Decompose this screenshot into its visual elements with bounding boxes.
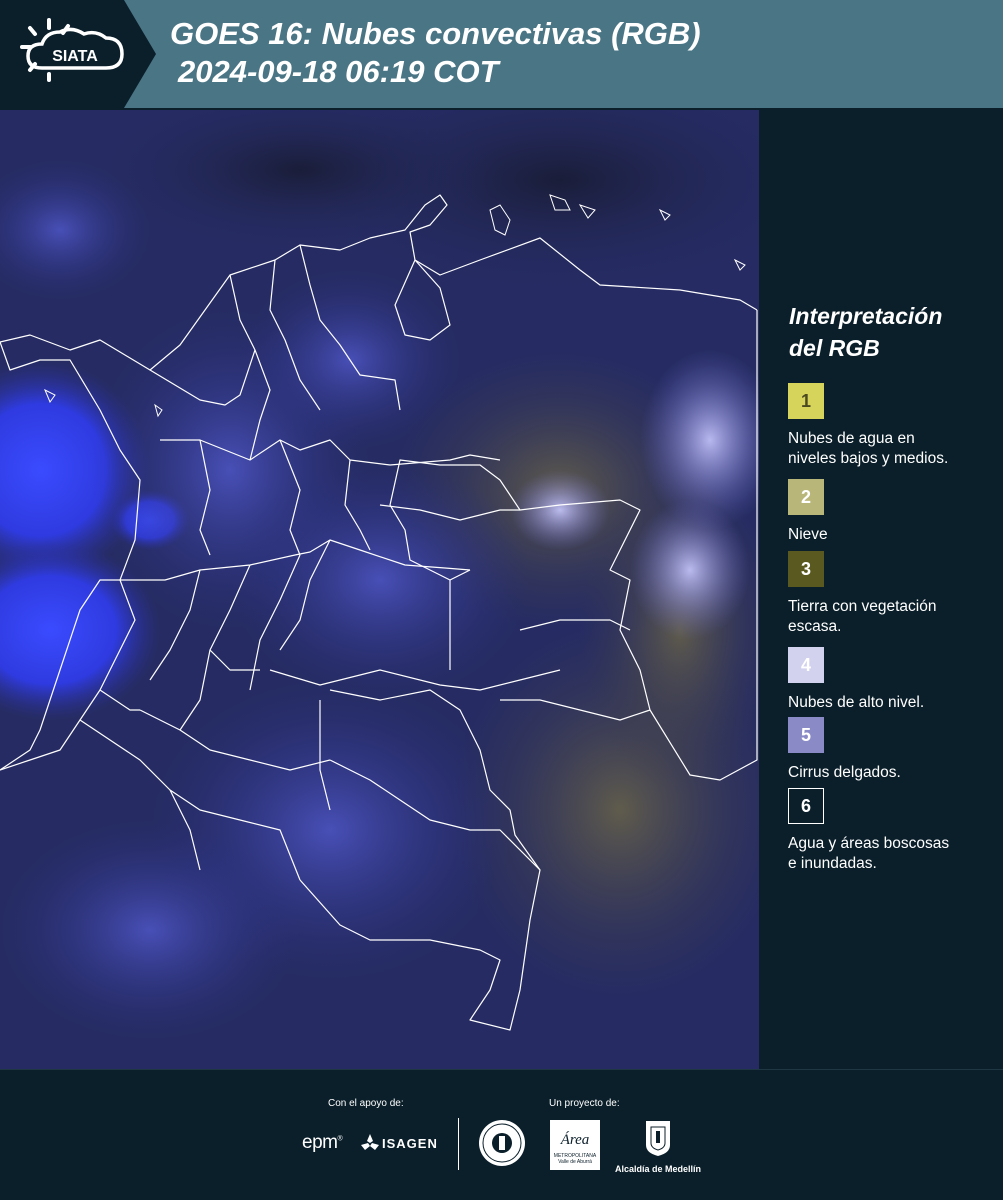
page-title: GOES 16: Nubes convectivas (RGB) [170, 16, 701, 51]
legend-label-4: Nubes de alto nivel. [788, 694, 925, 711]
legend-item-4: 4 Nubes de alto nivel. [788, 647, 998, 713]
legend-swatch-1: 1 [788, 383, 824, 419]
satellite-map[interactable] [0, 110, 759, 1069]
isagen-logo: ISAGEN [360, 1133, 438, 1153]
project-label: Un proyecto de: [549, 1098, 620, 1109]
shield-icon [646, 1121, 670, 1156]
footer-divider [458, 1118, 459, 1170]
legend-swatch-3: 3 [788, 551, 824, 587]
siata-logo: SIATA [0, 0, 156, 108]
legend-item-5: 5 Cirrus delgados. [788, 717, 998, 783]
svg-text:SIATA: SIATA [52, 48, 98, 65]
area-metropolitana-logo: Área METROPOLITANA Valle de Aburrá [550, 1120, 600, 1170]
legend-swatch-6: 6 [788, 788, 824, 824]
legend-panel: Interpretación del RGB 1 Nubes de agua e… [760, 110, 1003, 1069]
header-bar: SIATA GOES 16: Nubes convectivas (RGB) 2… [0, 0, 1003, 108]
legend-label-6: Agua y áreas boscosas e inundadas. [788, 835, 950, 872]
legend-item-3: 3 Tierra con vegetación escasa. [788, 551, 998, 637]
page-timestamp: 2024-09-18 06:19 COT [178, 54, 499, 89]
legend-swatch-2: 2 [788, 479, 824, 515]
support-label: Con el apoyo de: [328, 1098, 404, 1109]
legend-title: Interpretación del RGB [789, 303, 943, 361]
legend-swatch-4: 4 [788, 647, 824, 683]
legend-item-6: 6 Agua y áreas boscosas e inundadas. [788, 788, 998, 874]
legend-swatch-5: 5 [788, 717, 824, 753]
alcaldia-medellin-logo: Alcaldía de Medellín [612, 1119, 704, 1174]
legend-label-2: Nieve [788, 526, 828, 543]
epm-logo: epm® [302, 1132, 343, 1153]
medellin-seal-logo [478, 1119, 526, 1172]
legend-item-1: 1 Nubes de agua en niveles bajos y medio… [788, 383, 998, 469]
legend-label-1: Nubes de agua en niveles bajos y medios. [788, 430, 949, 467]
legend-item-2: 2 Nieve [788, 479, 998, 545]
legend-label-5: Cirrus delgados. [788, 764, 901, 781]
legend-label-3: Tierra con vegetación escasa. [788, 598, 937, 635]
footer-bar: Con el apoyo de: Un proyecto de: epm® IS… [0, 1069, 1003, 1200]
isagen-mark-icon [361, 1134, 379, 1150]
